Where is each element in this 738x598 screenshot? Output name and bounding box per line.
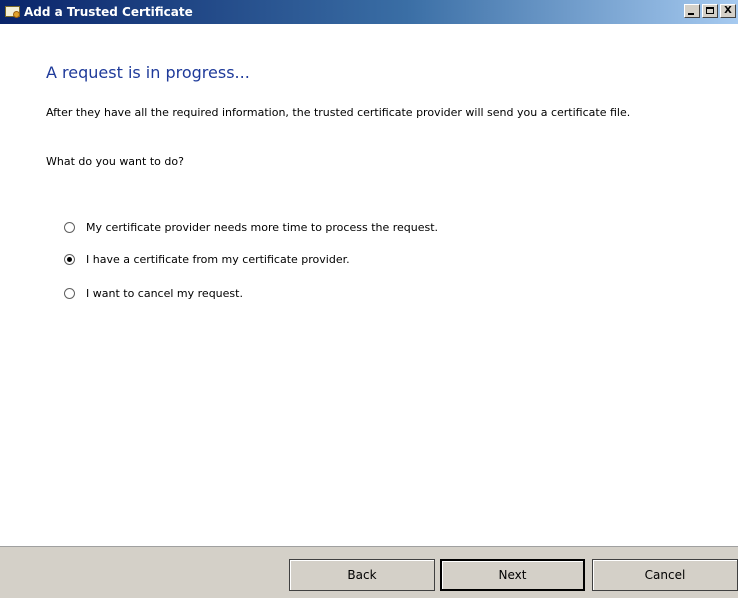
close-button[interactable]: X xyxy=(720,4,736,18)
maximize-button[interactable] xyxy=(702,4,718,18)
cancel-button[interactable]: Cancel xyxy=(592,559,738,591)
window-title: Add a Trusted Certificate xyxy=(24,5,193,19)
radio-have-certificate[interactable] xyxy=(64,254,75,265)
wizard-content: A request is in progress... After they h… xyxy=(0,24,738,546)
option-have-certificate[interactable]: I have a certificate from my certificate… xyxy=(64,253,350,266)
radio-more-time[interactable] xyxy=(64,222,75,233)
option-have-certificate-label[interactable]: I have a certificate from my certificate… xyxy=(86,253,350,266)
page-question: What do you want to do? xyxy=(46,155,184,168)
back-button[interactable]: Back xyxy=(289,559,435,591)
option-more-time-label[interactable]: My certificate provider needs more time … xyxy=(86,221,438,234)
caption-buttons: X xyxy=(684,4,736,18)
title-bar[interactable]: Add a Trusted Certificate X xyxy=(0,0,738,24)
certificate-icon xyxy=(5,5,21,19)
page-heading: A request is in progress... xyxy=(46,63,250,82)
minimize-button[interactable] xyxy=(684,4,700,18)
next-button[interactable]: Next xyxy=(440,559,585,591)
wizard-footer: Back Next Cancel xyxy=(0,546,738,598)
option-more-time[interactable]: My certificate provider needs more time … xyxy=(64,221,438,234)
radio-cancel-request[interactable] xyxy=(64,288,75,299)
page-description: After they have all the required informa… xyxy=(46,106,631,119)
wizard-window: Add a Trusted Certificate X A request is… xyxy=(0,0,738,598)
option-cancel-request[interactable]: I want to cancel my request. xyxy=(64,287,243,300)
option-cancel-request-label[interactable]: I want to cancel my request. xyxy=(86,287,243,300)
